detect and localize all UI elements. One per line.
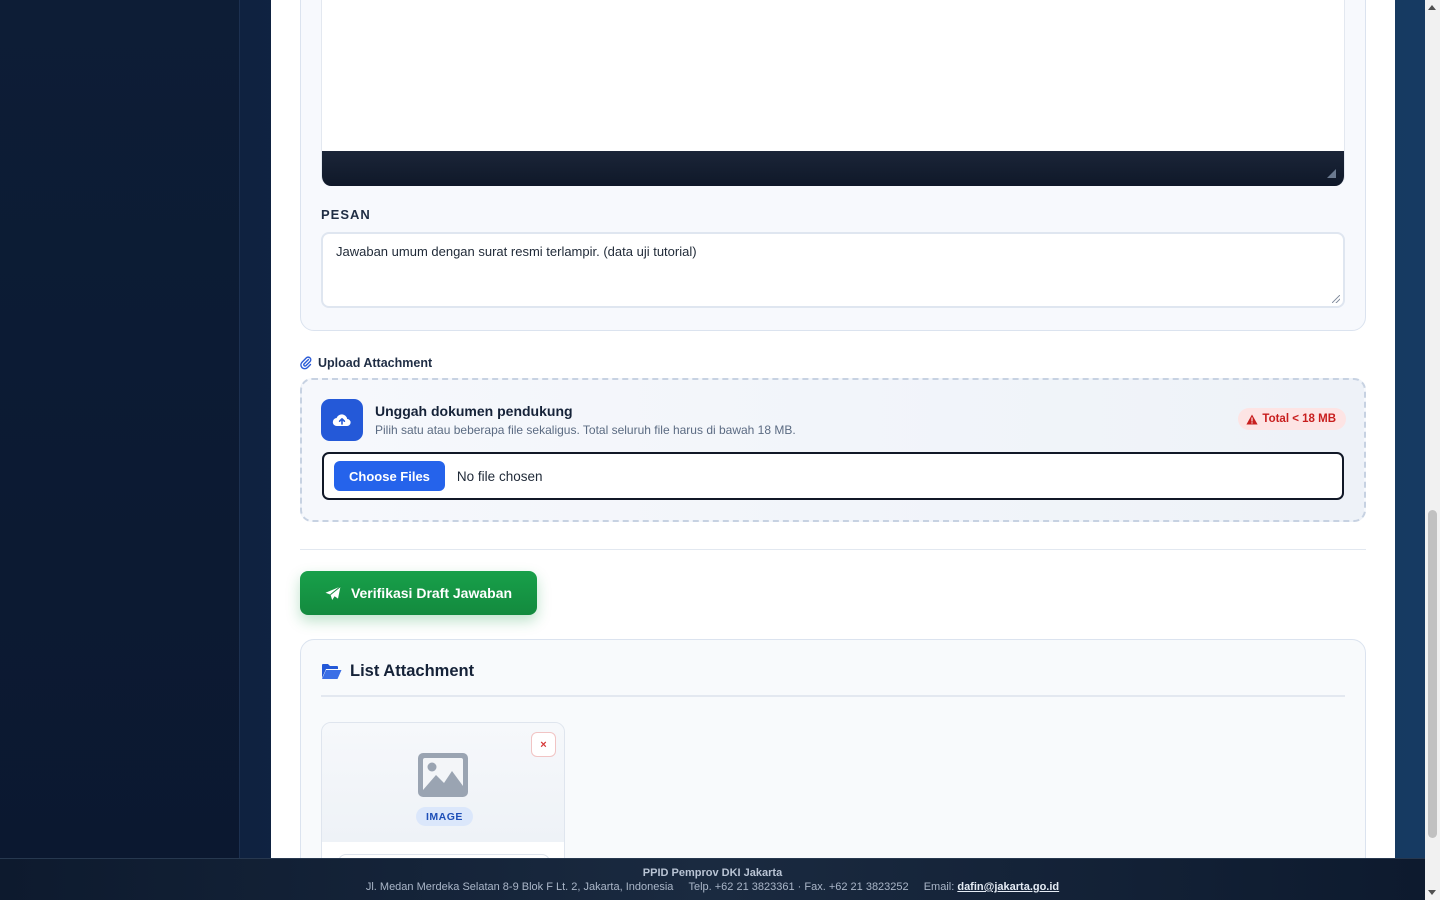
- attachment-list-title: List Attachment: [321, 662, 474, 681]
- file-input[interactable]: Choose Files No file chosen: [322, 452, 1344, 500]
- scroll-down-arrow[interactable]: [1428, 890, 1436, 895]
- scroll-up-arrow[interactable]: [1428, 5, 1436, 10]
- folder-open-icon: [322, 664, 342, 679]
- editor-statusbar: [322, 151, 1344, 186]
- size-limit-badge: Total < 18 MB: [1238, 408, 1346, 430]
- rich-text-editor[interactable]: [321, 0, 1345, 186]
- attachment-preview: IMAGE ×: [322, 723, 564, 842]
- pesan-label: PESAN: [321, 207, 371, 222]
- footer-info: Jl. Medan Merdeka Selatan 8-9 Blok F Lt.…: [0, 881, 1425, 893]
- verify-draft-button[interactable]: Verifikasi Draft Jawaban: [300, 571, 537, 615]
- size-limit-text: Total < 18 MB: [1262, 413, 1336, 425]
- upload-section-title: Upload Attachment: [300, 356, 432, 370]
- response-form-card: PESAN Jawaban umum dengan surat resmi te…: [300, 0, 1366, 331]
- attachment-type-badge: IMAGE: [416, 807, 473, 826]
- main-content: PESAN Jawaban umum dengan surat resmi te…: [271, 0, 1395, 858]
- attachment-list-label: List Attachment: [350, 662, 475, 680]
- verify-button-label: Verifikasi Draft Jawaban: [350, 585, 513, 601]
- upload-dropzone[interactable]: Unggah dokumen pendukung Pilih satu atau…: [300, 378, 1366, 522]
- image-icon: [418, 753, 468, 797]
- footer-address: Jl. Medan Merdeka Selatan 8-9 Blok F Lt.…: [365, 881, 674, 893]
- attachment-list-card: List Attachment IMAGE ×: [300, 639, 1366, 858]
- footer-email-label: Email:: [923, 881, 955, 893]
- footer-email-group: Email: dafin@jakarta.go.id: [924, 881, 1059, 893]
- attachment-item[interactable]: IMAGE ×: [321, 722, 565, 858]
- section-divider: [300, 549, 1366, 550]
- scroll-thumb[interactable]: [1428, 510, 1437, 838]
- upload-heading: Unggah dokumen pendukung: [375, 403, 573, 419]
- upload-subtext: Pilih satu atau beberapa file sekaligus.…: [375, 423, 796, 437]
- footer-email-link[interactable]: dafin@jakarta.go.id: [957, 881, 1059, 893]
- paper-plane-icon: [325, 585, 341, 600]
- vertical-scrollbar[interactable]: [1425, 0, 1440, 900]
- footer-phone: Telp. +62 21 3823361 · Fax. +62 21 38232…: [688, 881, 909, 893]
- remove-attachment-button[interactable]: ×: [531, 732, 556, 757]
- footer-org: PPID Pemprov DKI Jakarta: [642, 867, 783, 879]
- choose-files-button[interactable]: Choose Files: [334, 461, 445, 491]
- upload-section-label: Upload Attachment: [318, 356, 433, 370]
- paperclip-icon: [300, 356, 312, 370]
- cloud-upload-icon: [321, 399, 363, 441]
- left-sidebar: [0, 0, 240, 900]
- list-divider: [321, 695, 1345, 697]
- warning-icon: [1246, 414, 1259, 424]
- editor-resize-handle[interactable]: [1327, 169, 1336, 178]
- page-footer: PPID Pemprov DKI Jakarta Jl. Medan Merde…: [0, 858, 1425, 900]
- pesan-text: Jawaban umum dengan surat resmi terlampi…: [336, 244, 697, 259]
- textarea-resize-handle[interactable]: [1332, 295, 1340, 303]
- pesan-textarea[interactable]: Jawaban umum dengan surat resmi terlampi…: [321, 232, 1345, 308]
- attachment-details: [322, 842, 564, 858]
- file-status-text: No file chosen: [456, 468, 543, 484]
